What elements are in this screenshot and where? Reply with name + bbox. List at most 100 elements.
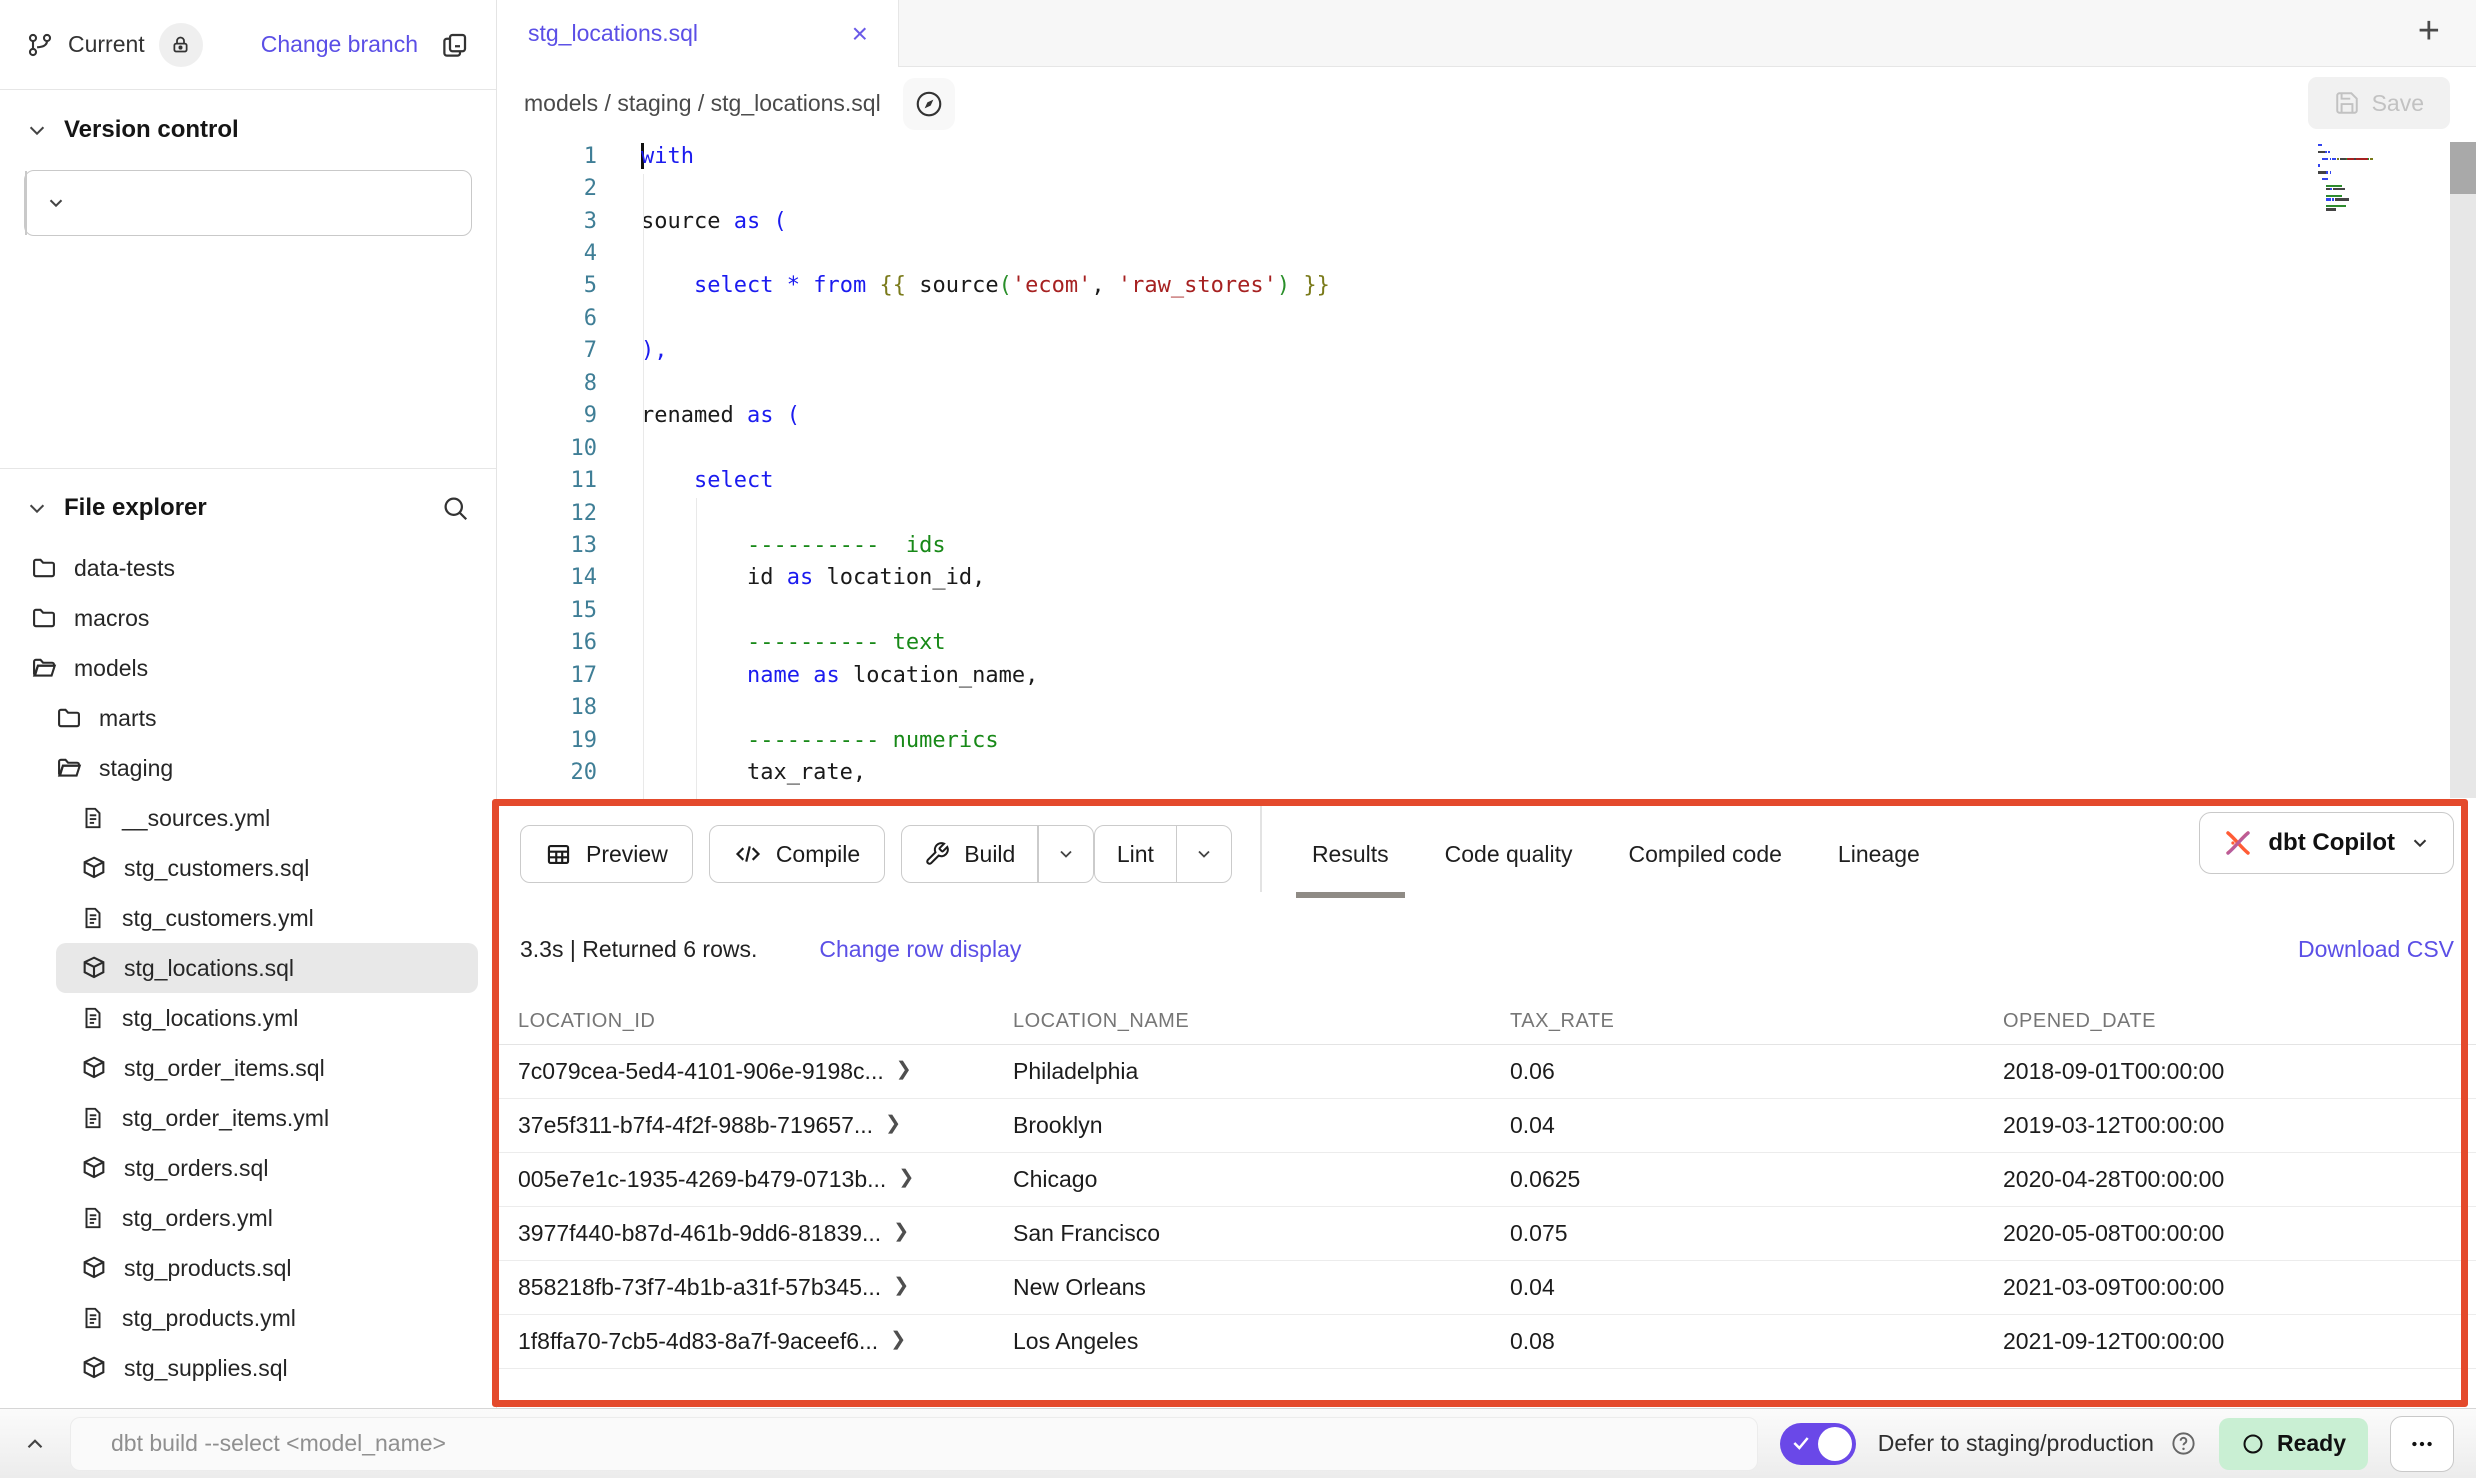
defer-toggle[interactable] xyxy=(1780,1423,1856,1465)
table-header-row: LOCATION_IDLOCATION_NAMETAX_RATEOPENED_D… xyxy=(498,999,2476,1045)
panel-tab-results[interactable]: Results xyxy=(1312,827,1389,882)
file-explorer-header[interactable]: File explorer xyxy=(0,469,496,537)
table-row[interactable]: 37e5f311-b7f4-4f2f-988b-719657...❯Brookl… xyxy=(498,1099,2476,1153)
new-tab-button[interactable]: + xyxy=(2418,12,2440,50)
file-item-stg-customers-yml[interactable]: stg_customers.yml xyxy=(0,893,496,943)
line-number: 20 xyxy=(498,760,597,785)
close-tab-icon[interactable]: × xyxy=(852,20,868,48)
build-button[interactable]: Build xyxy=(901,825,1094,883)
code-line-13: 13 ---------- ids xyxy=(498,529,2476,561)
file-item-stg-order-items-yml[interactable]: stg_order_items.yml xyxy=(0,1093,496,1143)
code-line-5: 5 select * from {{ source('ecom', 'raw_s… xyxy=(498,270,2476,302)
file-item--sources-yml[interactable]: __sources.yml xyxy=(0,793,496,843)
file-item-stg-locations-yml[interactable]: stg_locations.yml xyxy=(0,993,496,1043)
model-file-icon xyxy=(80,854,108,882)
version-control-header[interactable]: Version control xyxy=(0,90,496,154)
code-line-20: 20 tax_rate, xyxy=(498,756,2476,788)
code-line-18: 18 xyxy=(498,691,2476,723)
tab-stg-locations[interactable]: stg_locations.sql × xyxy=(498,0,899,67)
model-file-icon xyxy=(80,1354,108,1382)
build-dropdown[interactable] xyxy=(1039,826,1093,882)
more-options-button[interactable] xyxy=(2390,1416,2454,1472)
column-header-opened_date: OPENED_DATE xyxy=(1983,1010,2476,1033)
table-row[interactable]: 858218fb-73f7-4b1b-a31f-57b345...❯New Or… xyxy=(498,1261,2476,1315)
chevron-down-icon xyxy=(2409,832,2431,854)
table-row[interactable]: 3977f440-b87d-461b-9dd6-81839...❯San Fra… xyxy=(498,1207,2476,1261)
yml-file-icon xyxy=(80,805,106,831)
file-item-stg-orders-yml[interactable]: stg_orders.yml xyxy=(0,1193,496,1243)
expand-cell-icon[interactable]: ❯ xyxy=(893,1220,909,1243)
file-item-stg-products-yml[interactable]: stg_products.yml xyxy=(0,1293,496,1343)
file-item-stg-products-sql[interactable]: stg_products.sql xyxy=(0,1243,496,1293)
results-meta-row: 3.3s | Returned 6 rows. Change row displ… xyxy=(520,936,2454,963)
expand-cell-icon[interactable]: ❯ xyxy=(896,1058,912,1081)
editor-pane: stg_locations.sql × + models / staging /… xyxy=(498,0,2476,1408)
file-item-label: stg_products.sql xyxy=(124,1255,291,1282)
lint-dropdown[interactable] xyxy=(1177,826,1231,882)
file-item-data-tests[interactable]: data-tests xyxy=(0,543,496,593)
expand-cell-icon[interactable]: ❯ xyxy=(898,1166,914,1189)
file-item-marts[interactable]: marts xyxy=(0,693,496,743)
file-item-macros[interactable]: macros xyxy=(0,593,496,643)
cell-tax-rate: 0.04 xyxy=(1490,1274,1983,1301)
download-csv-link[interactable]: Download CSV xyxy=(2298,936,2454,963)
line-number: 11 xyxy=(498,468,597,493)
navigate-icon[interactable] xyxy=(903,78,955,130)
ide-status-badge[interactable]: Ready xyxy=(2219,1418,2368,1470)
file-item-stg-locations-sql[interactable]: stg_locations.sql xyxy=(56,943,478,993)
search-icon[interactable] xyxy=(440,493,470,523)
file-item-models[interactable]: models xyxy=(0,643,496,693)
chevron-up-icon[interactable] xyxy=(22,1431,48,1457)
code-editor[interactable]: 1with23source as (45 select * from {{ so… xyxy=(498,140,2476,800)
table-icon xyxy=(545,841,572,868)
file-item-stg-order-items-sql[interactable]: stg_order_items.sql xyxy=(0,1043,496,1093)
file-item-label: stg_order_items.sql xyxy=(124,1055,325,1082)
code-line-16: 16 ---------- text xyxy=(498,627,2476,659)
dbt-copilot-button[interactable]: dbt Copilot xyxy=(2199,812,2454,874)
check-icon xyxy=(1791,1433,1811,1458)
folder-open-icon xyxy=(30,654,58,682)
file-item-stg-supplies-sql[interactable]: stg_supplies.sql xyxy=(0,1343,496,1393)
save-button[interactable]: Save xyxy=(2308,77,2450,129)
editor-scrollbar[interactable] xyxy=(2450,142,2476,798)
copy-icon[interactable] xyxy=(440,30,470,60)
cell-location-name: New Orleans xyxy=(993,1274,1490,1301)
compile-button[interactable]: Compile xyxy=(709,825,885,883)
expand-cell-icon[interactable]: ❯ xyxy=(885,1112,901,1135)
preview-button[interactable]: Preview xyxy=(520,825,693,883)
expand-cell-icon[interactable]: ❯ xyxy=(890,1328,906,1351)
code-line-6: 6 xyxy=(498,302,2476,334)
create-branch-button[interactable]: Create branch xyxy=(24,170,472,236)
column-header-location_name: LOCATION_NAME xyxy=(993,1010,1490,1033)
file-item-stg-orders-sql[interactable]: stg_orders.sql xyxy=(0,1143,496,1193)
cell-location-id: 3977f440-b87d-461b-9dd6-81839...❯ xyxy=(498,1220,993,1247)
expand-cell-icon[interactable]: ❯ xyxy=(893,1274,909,1297)
command-input[interactable]: dbt build --select <model_name> xyxy=(70,1417,1758,1471)
panel-tab-lineage[interactable]: Lineage xyxy=(1838,827,1920,882)
file-item-stg-customers-sql[interactable]: stg_customers.sql xyxy=(0,843,496,893)
file-item-staging[interactable]: staging xyxy=(0,743,496,793)
table-row[interactable]: 005e7e1c-1935-4269-b479-0713b...❯Chicago… xyxy=(498,1153,2476,1207)
help-icon[interactable] xyxy=(2170,1430,2197,1457)
sidebar: Current Change branch Version control xyxy=(0,0,497,1408)
panel-tab-compiled-code[interactable]: Compiled code xyxy=(1629,827,1782,882)
change-row-display-link[interactable]: Change row display xyxy=(819,936,1021,963)
create-branch-dropdown[interactable] xyxy=(27,171,85,235)
code-line-2: 2 xyxy=(498,172,2476,204)
line-number: 5 xyxy=(498,273,597,298)
line-number: 4 xyxy=(498,241,597,266)
panel-tab-code-quality[interactable]: Code quality xyxy=(1445,827,1573,882)
status-label: Ready xyxy=(2277,1430,2346,1457)
table-row[interactable]: 1f8ffa70-7cb5-4d83-8a7f-9aceef6...❯Los A… xyxy=(498,1315,2476,1369)
cell-tax-rate: 0.06 xyxy=(1490,1058,1983,1085)
model-file-icon xyxy=(80,1254,108,1282)
minimap[interactable] xyxy=(2318,144,2440,212)
line-number: 6 xyxy=(498,306,597,331)
change-branch-link[interactable]: Change branch xyxy=(261,31,418,58)
scrollbar-thumb[interactable] xyxy=(2450,142,2476,194)
lint-button[interactable]: Lint xyxy=(1094,825,1233,883)
table-row[interactable]: 7c079cea-5ed4-4101-906e-9198c...❯Philade… xyxy=(498,1045,2476,1099)
results-table: LOCATION_IDLOCATION_NAMETAX_RATEOPENED_D… xyxy=(498,999,2476,1369)
line-number: 19 xyxy=(498,728,597,753)
line-number: 7 xyxy=(498,338,597,363)
